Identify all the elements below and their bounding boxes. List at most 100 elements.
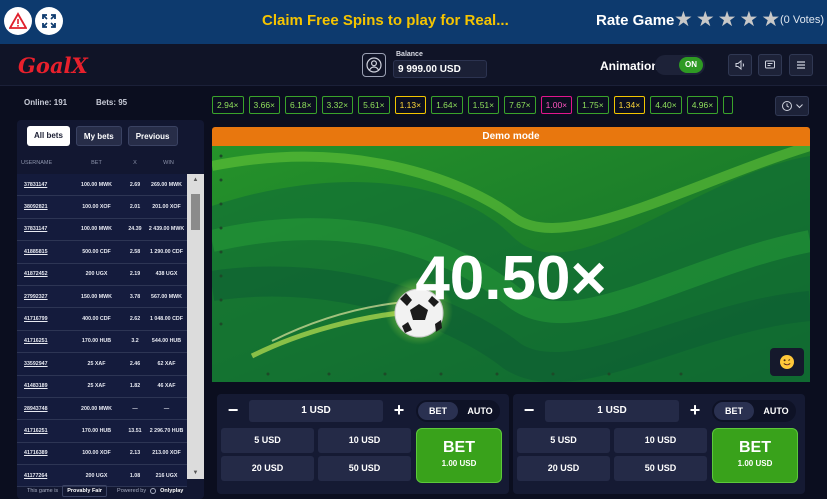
star-icon[interactable]: ★ [674,9,693,30]
promo-link[interactable]: Claim Free Spins to play for Real... [262,12,509,29]
increase-bet-button[interactable]: + [684,400,706,422]
username-cell[interactable]: 41177264 [17,473,69,479]
mode-auto-option[interactable]: AUTO [758,402,794,420]
rules-button[interactable] [758,54,782,76]
rate-game-label: Rate Game [596,12,675,29]
quick-bet-50[interactable]: 50 USD [614,456,707,481]
user-avatar-icon[interactable] [362,53,386,77]
bet-panel-2: − 1 USD + BET AUTO 5 USD 10 USD 20 USD 5… [513,394,805,494]
username-cell[interactable]: 27992327 [17,294,69,300]
bets-table-body: 37831147 100.00 MWK 2.69 269.00 MWK 38092821… [17,174,187,488]
bet-button[interactable]: BET 1.00 USD [416,428,502,483]
bets-scrollbar[interactable]: ▲ ▼ [187,174,204,479]
multiplier-cell: 1.82 [129,383,141,390]
decrease-bet-button[interactable]: − [222,400,244,422]
quick-bet-5[interactable]: 5 USD [517,428,610,453]
multiplier-cell: 24.39 [128,226,142,233]
bet-panel-1: − 1 USD + BET AUTO 5 USD 10 USD 20 USD 5… [217,394,509,494]
mode-bet-option[interactable]: BET [714,402,754,420]
scroll-down-icon[interactable]: ▼ [187,467,204,479]
quick-bet-10[interactable]: 10 USD [614,428,707,453]
mode-bet-option[interactable]: BET [418,402,458,420]
username-cell[interactable]: 41885815 [17,249,69,255]
current-multiplier: 40.50× [415,244,607,313]
rating-stars[interactable]: ★ ★ ★ ★ ★ [674,9,780,30]
quick-bet-5[interactable]: 5 USD [221,428,314,453]
username-cell[interactable]: 37831147 [17,226,69,232]
warning-icon[interactable] [4,7,32,35]
bet-button[interactable]: BET 1.00 USD [712,428,798,483]
demo-mode-banner: Demo mode [212,127,810,146]
quick-bet-50[interactable]: 50 USD [318,456,411,481]
table-row: 41716389 100.00 XOF 2.13 213.00 XOF [17,442,187,466]
bet-amount-field[interactable]: 1 USD [545,400,679,422]
balance-value: 9 999.00 USD [393,60,487,78]
scroll-up-icon[interactable]: ▲ [187,174,204,186]
mode-auto-option[interactable]: AUTO [462,402,498,420]
tab-all-bets[interactable]: All bets [27,126,70,146]
win-cell: 269.00 MWK [151,181,182,188]
bet-amount-field[interactable]: 1 USD [249,400,383,422]
username-cell[interactable]: 41716251 [17,338,69,344]
emoji-button[interactable] [770,348,804,376]
multiplier-chip: 7.67× [504,96,536,114]
multiplier-cell: 2.01 [129,204,141,211]
sound-button[interactable] [728,54,752,76]
multiplier-cell: 2.58 [129,248,141,255]
star-icon[interactable]: ★ [696,9,715,30]
history-button[interactable] [775,96,809,116]
table-row: 37831147 100.00 MWK 24.39 2 439.00 MWK [17,218,187,242]
username-cell[interactable]: 41716389 [17,450,69,456]
provably-fair-button[interactable]: Provably Fair [62,484,108,497]
username-cell[interactable]: 41716799 [17,316,69,322]
win-cell: 46 XAF [157,383,176,390]
table-row: 41716799 400.00 CDF 2.62 1 048.00 CDF [17,308,187,331]
bets-table-header: USERNAME BET X WIN [17,156,204,170]
bet-button-amount: 1.00 USD [737,459,773,468]
username-cell[interactable]: 41483189 [17,383,69,389]
quick-bet-20[interactable]: 20 USD [221,456,314,481]
increase-bet-button[interactable]: + [388,400,410,422]
quick-bet-20[interactable]: 20 USD [517,456,610,481]
multiplier-chip: 6.18× [285,96,317,114]
footer-text: This game is [27,487,59,494]
bets-tabs: All bets My bets Previous [27,126,178,146]
table-row: 38092821 100.00 XOF 2.01 201.00 XOF [17,196,187,219]
win-cell: 62 XAF [157,360,176,367]
multiplier-chip: 1.00× [540,96,573,114]
win-cell: 201.00 XOF [152,204,181,211]
bet-cell: 200.00 MWK [81,405,112,412]
star-icon[interactable]: ★ [739,9,758,30]
star-icon[interactable]: ★ [761,9,780,30]
hamburger-icon [797,61,805,69]
bet-button-amount: 1.00 USD [441,459,477,468]
username-cell[interactable]: 33592947 [17,361,69,367]
bet-cell: 200 UGX [85,472,108,479]
game-header: GoalX Balance 9 999.00 USD Animation ON [0,44,827,86]
animation-toggle[interactable]: ON [655,55,705,75]
bet-mode-switch[interactable]: BET AUTO [712,400,796,422]
username-cell[interactable]: 28943748 [17,406,69,412]
multiplier-cell: 3.78 [129,293,141,300]
bet-mode-switch[interactable]: BET AUTO [416,400,500,422]
username-cell[interactable]: 41716251 [17,428,69,434]
powered-by-text: Powered by [117,487,147,494]
balance-label: Balance [396,51,423,58]
tab-my-bets[interactable]: My bets [75,126,122,146]
bet-cell: 150.00 MWK [81,293,112,300]
table-row: 28943748 200.00 MWK — — [17,397,187,421]
fullscreen-icon[interactable] [35,7,63,35]
username-cell[interactable]: 41872452 [17,271,69,277]
decrease-bet-button[interactable]: − [518,400,540,422]
star-icon[interactable]: ★ [718,9,737,30]
tab-previous[interactable]: Previous [127,126,178,146]
quick-bet-10[interactable]: 10 USD [318,428,411,453]
username-cell[interactable]: 38092821 [17,204,69,210]
username-cell[interactable]: 37831147 [17,182,69,188]
table-row: 41885815 500.00 CDF 2.58 1 290.00 CDF [17,241,187,264]
menu-button[interactable] [789,54,813,76]
scroll-thumb[interactable] [191,194,200,230]
bets-panel: All bets My bets Previous USERNAME BET X… [17,120,204,499]
bet-cell: 500.00 CDF [82,248,111,255]
win-cell: 567.00 MWK [151,293,182,300]
